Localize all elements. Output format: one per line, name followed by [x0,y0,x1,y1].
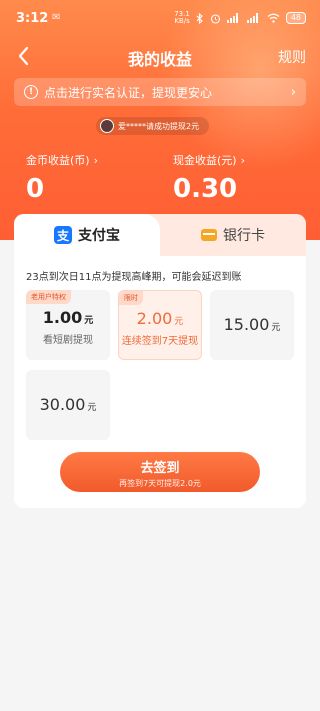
status-icons: 73.1 KB/s 48 [174,11,306,25]
coin-balance[interactable]: 金币收益(币) › 0 [26,152,98,205]
tab-alipay-label: 支付宝 [78,228,120,244]
option-unit: 元 [84,316,94,326]
battery-icon: 48 [285,12,306,24]
option-amount: 30.00 [39,395,86,414]
bluetooth-icon [196,12,203,24]
verify-notice[interactable]: ! 点击进行实名认证，提现更安心 › [14,78,306,106]
withdraw-option-4[interactable]: 30.00 元 [26,370,110,440]
option-subtitle: 看短剧提现 [43,335,93,346]
option-unit: 元 [271,323,281,333]
check-in-button-label: 去签到 [140,461,180,476]
option-subtitle: 连续签到7天提现 [121,336,199,347]
signal-icon [226,13,238,23]
withdraw-option-2[interactable]: 限时 2.00 元 连续签到7天提现 [118,290,202,360]
cash-balance[interactable]: 现金收益(元) › 0.30 [173,152,245,205]
info-icon: ! [24,85,38,99]
peak-time-notice: 23点到次日11点为提现高峰期，可能会延迟到账 [26,272,242,283]
tab-alipay[interactable]: 支 支付宝 [14,214,160,256]
withdraw-option-3[interactable]: 15.00 元 [210,290,294,360]
option-unit: 元 [87,403,97,413]
signal-icon-2 [246,13,258,23]
withdraw-ticker: 爱*****请成功提现2元 [96,117,210,135]
withdraw-method-tabs: 支 支付宝 银行卡 [14,214,306,256]
withdraw-option-1[interactable]: 老用户特权 1.00 元 看短剧提现 [26,290,110,360]
status-bar: 3:12 ✉ 73.1 KB/s 48 [0,0,320,36]
option-badge: 老用户特权 [26,290,71,304]
option-amount: 15.00 [223,315,270,334]
rules-link[interactable]: 规则 [278,47,306,67]
wifi-icon [267,13,280,23]
message-icon: ✉ [52,12,61,23]
option-unit: 元 [174,317,184,327]
option-badge: 限时 [119,291,143,305]
avatar [100,119,114,133]
cash-balance-value: 0.30 [173,174,238,204]
network-speed-unit: KB/s [174,17,190,25]
chevron-right-icon: › [290,84,296,100]
network-speed: 73.1 KB/s [174,11,190,25]
coin-balance-value: 0 [26,174,45,204]
check-in-button[interactable]: 去签到 再签到7天可提现2.0元 [60,452,260,492]
chevron-right-icon: › [240,153,245,167]
status-time: 3:12 [16,11,49,26]
chevron-right-icon: › [93,153,98,167]
bank-card-icon [201,229,217,241]
tab-bank-card[interactable]: 银行卡 [160,214,306,256]
ticker-text: 爱*****请成功提现2元 [118,121,200,131]
check-in-hint: 再签到7天可提现2.0元 [119,479,201,488]
verify-notice-text: 点击进行实名认证，提现更安心 [44,85,213,100]
page-title: 我的收益 [127,50,192,69]
coin-balance-label: 金币收益(币) [26,154,90,167]
withdraw-card: 支 支付宝 银行卡 23点到次日11点为提现高峰期，可能会延迟到账 老用户特权 … [14,214,306,508]
option-amount: 2.00 [136,309,173,328]
option-amount: 1.00 [42,308,83,327]
cash-balance-label: 现金收益(元) [173,154,237,167]
top-nav: 我的收益 规则 [0,40,320,72]
alipay-icon: 支 [54,226,72,244]
alarm-icon [210,13,220,24]
tab-bank-card-label: 银行卡 [223,228,265,244]
